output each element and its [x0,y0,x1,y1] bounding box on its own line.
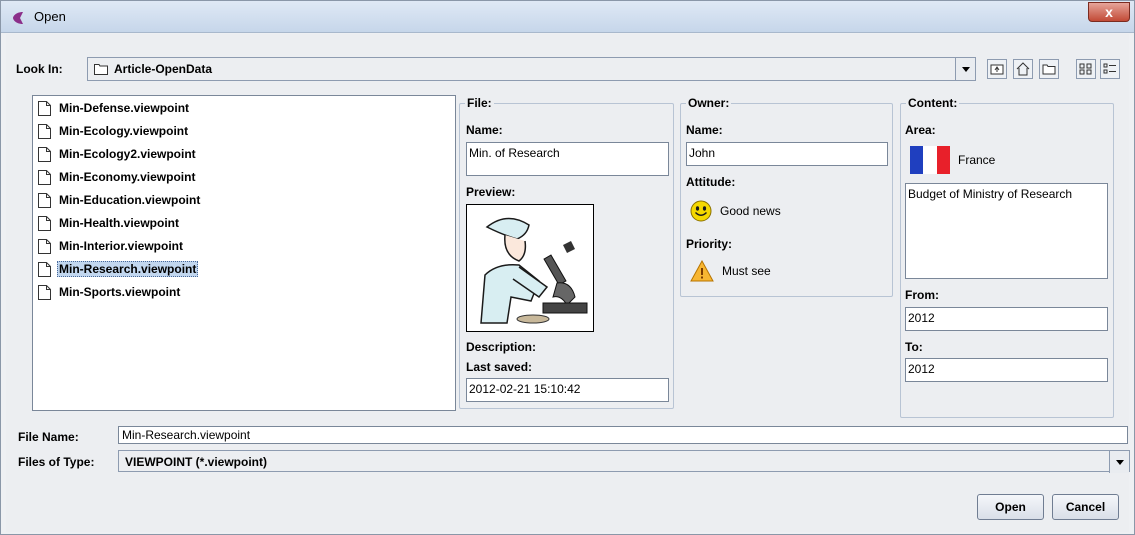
list-item[interactable]: Min-Economy.viewpoint [38,168,197,186]
attitude-label: Attitude: [686,175,736,189]
area-text: France [958,153,996,167]
last-saved-field[interactable]: 2012-02-21 15:10:42 [466,378,669,402]
attitude-value: Good news [690,200,781,222]
to-label: To: [905,340,923,354]
from-label: From: [905,288,939,302]
folder-icon [94,64,108,75]
list-item[interactable]: Min-Health.viewpoint [38,214,181,232]
new-folder-icon [1042,64,1056,75]
dialog-body: Look In: Article-OpenData Min-Defense.vi… [6,34,1130,532]
file-name: Min-Research.viewpoint [57,261,199,277]
home-button[interactable] [1013,59,1033,79]
list-item[interactable]: Min-Interior.viewpoint [38,237,185,255]
list-item[interactable]: Min-Ecology2.viewpoint [38,145,198,163]
files-of-type-select[interactable]: VIEWPOINT (*.viewpoint) [118,450,1130,473]
home-icon [1016,62,1030,76]
warning-icon [690,260,714,282]
document-icon [38,192,51,208]
list-view-button[interactable] [1076,59,1096,79]
from-field[interactable]: 2012 [905,307,1108,331]
owner-name-field[interactable]: John [686,142,888,166]
document-icon [38,100,51,116]
document-icon [38,169,51,185]
look-in-label: Look In: [16,62,63,76]
owner-group-title: Owner: [686,96,732,110]
new-folder-button[interactable] [1039,59,1059,79]
file-name: Min-Defense.viewpoint [59,101,190,115]
to-field[interactable]: 2012 [905,358,1108,382]
file-name: Min-Health.viewpoint [59,216,179,230]
priority-value: Must see [690,260,771,282]
content-group-title: Content: [906,96,960,110]
area-value: France [910,146,995,174]
preview-label: Preview: [466,185,516,199]
close-button[interactable]: x [1088,2,1130,22]
window-title: Open [34,9,66,24]
file-name: Min-Ecology2.viewpoint [59,147,196,161]
document-icon [38,123,51,139]
file-name-field[interactable]: Min. of Research [466,142,669,176]
file-name: Min-Ecology.viewpoint [59,124,189,138]
chevron-down-icon[interactable] [1109,451,1129,473]
file-name-input[interactable]: Min-Research.viewpoint [118,426,1128,444]
list-item[interactable]: Min-Defense.viewpoint [38,99,191,117]
area-label: Area: [905,123,936,137]
document-icon [38,146,51,162]
priority-text: Must see [722,264,771,278]
chevron-down-icon[interactable] [955,58,975,80]
file-name: Min-Economy.viewpoint [59,170,196,184]
list-item[interactable]: Min-Sports.viewpoint [38,283,182,301]
up-one-level-button[interactable] [987,59,1007,79]
scientist-microscope-icon [480,217,588,324]
details-view-icon [1103,63,1116,74]
france-flag-icon [910,146,950,174]
open-dialog: Open x Look In: Article-OpenData Min-Def… [0,0,1135,535]
list-item-selected[interactable]: Min-Research.viewpoint [38,260,199,278]
open-button[interactable]: Open [977,494,1044,520]
priority-label: Priority: [686,237,733,251]
file-name: Min-Education.viewpoint [59,193,201,207]
description-label: Description: [466,340,537,354]
details-view-button[interactable] [1100,59,1120,79]
content-textarea[interactable]: Budget of Ministry of Research [905,183,1108,279]
file-name: Min-Interior.viewpoint [59,239,184,253]
look-in-combo[interactable]: Article-OpenData [87,57,976,81]
file-name: Min-Sports.viewpoint [59,285,181,299]
app-logo-icon [13,12,23,24]
document-icon [38,284,51,300]
document-icon [38,215,51,231]
list-view-icon [1079,63,1092,75]
smiley-icon [690,200,712,222]
files-of-type-label: Files of Type: [18,455,95,469]
attitude-text: Good news [720,204,781,218]
list-item[interactable]: Min-Ecology.viewpoint [38,122,190,140]
owner-name-label: Name: [686,123,723,137]
preview-image [466,204,594,332]
list-item[interactable]: Min-Education.viewpoint [38,191,202,209]
file-name-bottom-label: File Name: [18,430,79,444]
files-of-type-value: VIEWPOINT (*.viewpoint) [125,455,268,469]
document-icon [38,261,51,277]
title-bar: Open x [1,1,1134,33]
file-group-title: File: [465,96,494,110]
cancel-button[interactable]: Cancel [1052,494,1119,520]
file-list[interactable]: Min-Defense.viewpoint Min-Ecology.viewpo… [32,95,456,411]
up-one-level-icon [990,64,1004,75]
file-name-label: Name: [466,123,503,137]
document-icon [38,238,51,254]
last-saved-label: Last saved: [466,360,533,374]
close-icon: x [1105,4,1113,20]
look-in-value: Article-OpenData [114,62,213,76]
